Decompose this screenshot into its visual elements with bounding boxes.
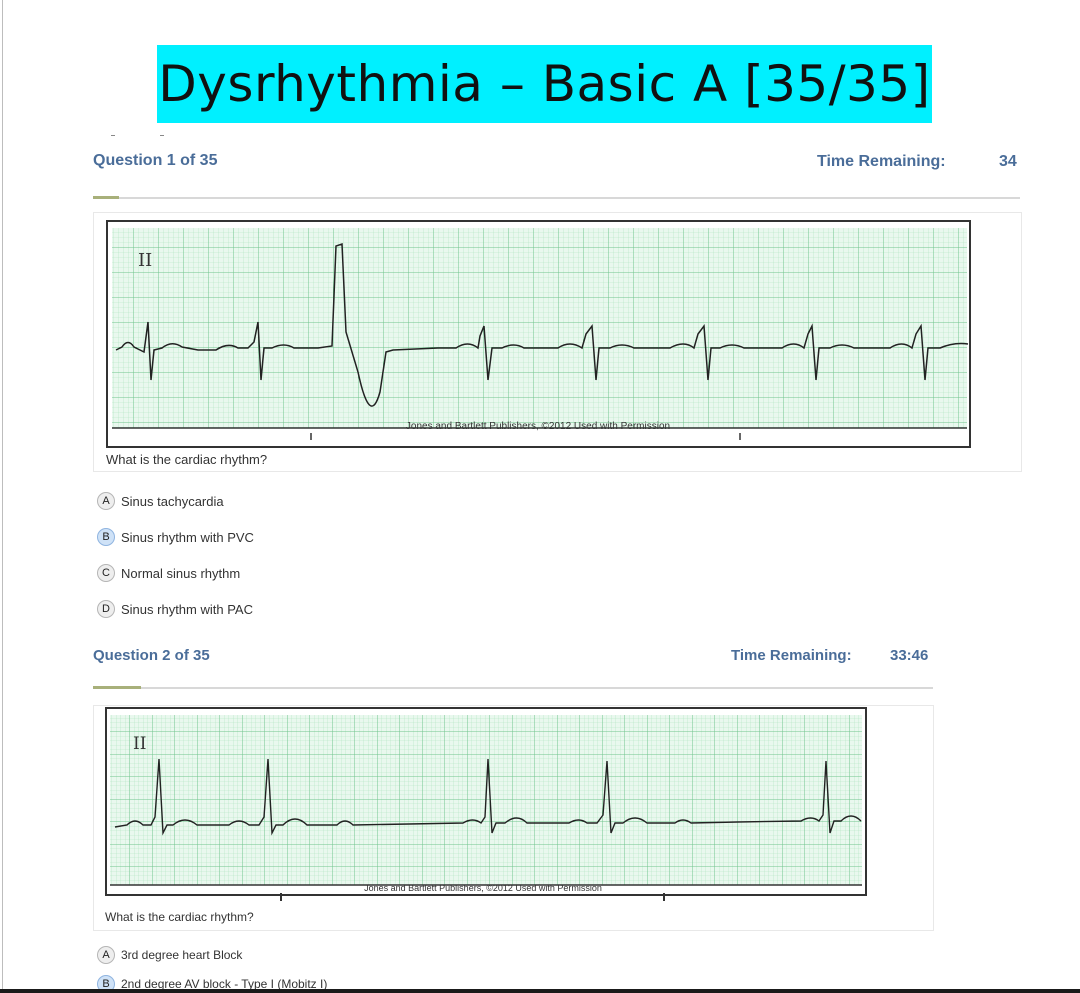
answer-option-c[interactable]: C Normal sinus rhythm [97, 564, 240, 582]
answer-option-d[interactable]: D Sinus rhythm with PAC [97, 600, 253, 618]
option-letter-a: A [97, 946, 115, 964]
page-bottom-edge [0, 989, 1080, 993]
time-remaining-label: Time Remaining: [817, 153, 946, 170]
lead-label: II [138, 250, 152, 271]
ecg-strip-1: II Jones and Bartlett Publishers, ©2012 … [106, 220, 971, 448]
progress-accent [93, 196, 119, 199]
answer-option-a[interactable]: A Sinus tachycardia [97, 492, 224, 510]
time-remaining-label: Time Remaining: [731, 647, 852, 664]
question-1-prompt: What is the cardiac rhythm? [106, 452, 268, 467]
question-1-header: Question 1 of 35 [93, 152, 218, 169]
option-text: Normal sinus rhythm [121, 565, 241, 581]
ecg-strip-1-graphic: II Jones and Bartlett Publishers, ©2012 … [112, 228, 969, 440]
question-2-prompt: What is the cardiac rhythm? [105, 910, 254, 924]
option-letter-b: B [97, 528, 115, 546]
answer-option-a[interactable]: A 3rd degree heart Block [97, 946, 242, 964]
option-letter-a: A [97, 492, 115, 510]
section-divider [93, 687, 933, 689]
option-text: Sinus rhythm with PAC [121, 601, 253, 617]
option-letter-d: D [97, 600, 115, 618]
ecg-strip-2-graphic: II Jones and Bartlett Publishers, ©2012 … [110, 715, 862, 893]
lead-label: II [133, 734, 146, 754]
divider-mark [160, 135, 164, 136]
option-text: Sinus rhythm with PVC [121, 529, 254, 545]
strip-tick [280, 893, 282, 901]
question-2-header: Question 2 of 35 [93, 647, 210, 664]
time-remaining-value: 33:46 [890, 647, 929, 664]
option-letter-c: C [97, 564, 115, 582]
page-border [2, 0, 3, 993]
progress-accent [93, 686, 141, 689]
slide-title: Dysrhythmia – Basic A [35/35] [158, 55, 931, 113]
section-divider [93, 197, 1020, 199]
divider-mark [111, 135, 115, 136]
answer-option-b[interactable]: B Sinus rhythm with PVC [97, 528, 254, 546]
ecg-credit: Jones and Bartlett Publishers, ©2012 Use… [406, 421, 670, 432]
ecg-strip-2: II Jones and Bartlett Publishers, ©2012 … [105, 707, 867, 896]
strip-tick [663, 893, 665, 901]
time-remaining-value: 34 [999, 153, 1017, 170]
option-text: Sinus tachycardia [121, 493, 224, 509]
option-text: 3rd degree heart Block [121, 948, 243, 962]
slide-title-banner: Dysrhythmia – Basic A [35/35] [157, 45, 932, 123]
